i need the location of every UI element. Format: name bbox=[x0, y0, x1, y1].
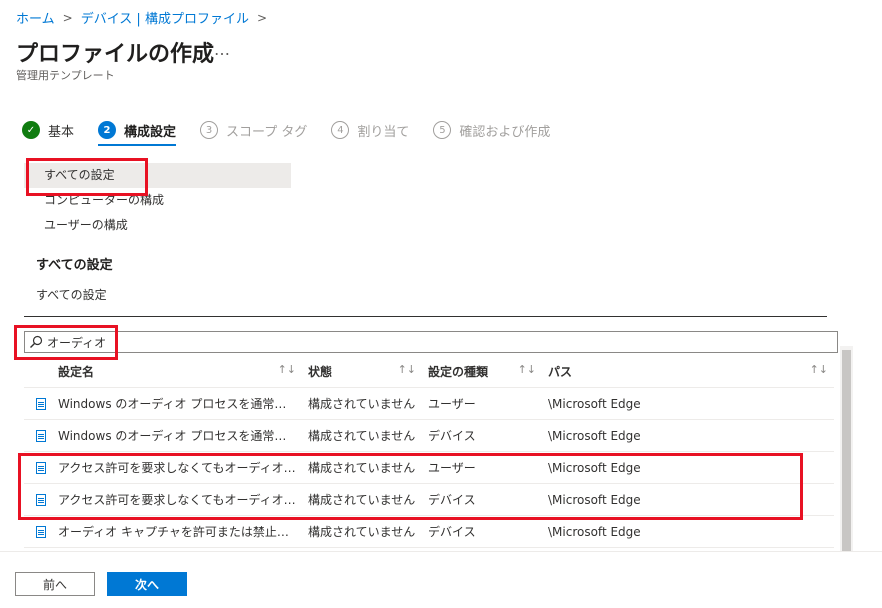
more-options-icon[interactable]: … bbox=[214, 40, 231, 59]
chevron-right-icon: > bbox=[62, 10, 73, 25]
sort-icon[interactable]: ↑↓ bbox=[518, 363, 536, 380]
setting-name[interactable]: Windows のオーディオ プロセスを通常より高... bbox=[58, 395, 296, 412]
setting-name[interactable]: オーディオ キャプチャを許可または禁止する bbox=[58, 523, 296, 540]
search-box[interactable] bbox=[24, 331, 838, 353]
next-button[interactable]: 次へ bbox=[107, 572, 187, 596]
setting-path: \Microsoft Edge bbox=[548, 460, 641, 475]
step-number-icon: 5 bbox=[433, 121, 452, 139]
sort-icon[interactable]: ↑↓ bbox=[398, 363, 416, 380]
step-label: 基本 bbox=[48, 124, 75, 140]
table-row[interactable]: オーディオ キャプチャを許可または禁止する 構成されていません デバイス \Mi… bbox=[24, 516, 834, 548]
checkmark-icon: ✓ bbox=[22, 121, 40, 139]
setting-type: デバイス bbox=[428, 493, 476, 507]
step-basics[interactable]: ✓ 基本 bbox=[22, 118, 74, 142]
step-number-icon: 2 bbox=[98, 121, 117, 139]
table-row[interactable]: Windows のオーディオ プロセスを通常より高... 構成されていません デ… bbox=[24, 420, 834, 452]
step-label: 割り当て bbox=[357, 124, 410, 140]
breadcrumb-devices-link[interactable]: デバイス | 構成プロファイル bbox=[81, 8, 249, 27]
step-configuration-settings[interactable]: 2 構成設定 bbox=[98, 118, 177, 146]
page-title: プロファイルの作成 bbox=[16, 42, 215, 67]
search-icon bbox=[30, 335, 43, 348]
step-label: 構成設定 bbox=[124, 124, 177, 140]
setting-type: ユーザー bbox=[428, 461, 476, 475]
setting-name[interactable]: アクセス許可を要求しなくてもオーディオ キャプ... bbox=[58, 491, 296, 508]
setting-type: デバイス bbox=[428, 525, 476, 539]
nav-item-user-config[interactable]: ユーザーの構成 bbox=[24, 213, 291, 238]
step-label: 確認および作成 bbox=[459, 124, 551, 140]
setting-name[interactable]: アクセス許可を要求しなくてもオーディオ キャプ... bbox=[58, 459, 296, 476]
document-icon bbox=[36, 493, 46, 506]
section-breadcrumb: すべての設定 bbox=[36, 288, 107, 302]
breadcrumb-home-link[interactable]: ホーム bbox=[16, 8, 55, 27]
column-header-type[interactable]: 設定の種類 ↑↓ bbox=[428, 363, 548, 380]
table-header: 設定名 ↑↓ 状態 ↑↓ 設定の種類 ↑↓ パス ↑↓ bbox=[24, 356, 834, 388]
setting-state: 構成されていません bbox=[308, 429, 416, 443]
column-header-name[interactable]: 設定名 ↑↓ bbox=[58, 363, 308, 380]
setting-state: 構成されていません bbox=[308, 525, 416, 539]
step-label: スコープ タグ bbox=[226, 124, 308, 140]
step-scope-tags[interactable]: 3 スコープ タグ bbox=[200, 118, 307, 142]
setting-state: 構成されていません bbox=[308, 397, 416, 411]
divider bbox=[24, 316, 827, 317]
setting-path: \Microsoft Edge bbox=[548, 428, 641, 443]
setting-path: \Microsoft Edge bbox=[548, 396, 641, 411]
section-heading: すべての設定 bbox=[36, 258, 113, 273]
document-icon bbox=[36, 461, 46, 474]
step-number-icon: 3 bbox=[200, 121, 219, 139]
document-icon bbox=[36, 525, 46, 538]
column-header-path[interactable]: パス ↑↓ bbox=[548, 363, 834, 380]
setting-state: 構成されていません bbox=[308, 461, 416, 475]
setting-path: \Microsoft Edge bbox=[548, 524, 641, 539]
setting-name[interactable]: Windows のオーディオ プロセスを通常より高... bbox=[58, 427, 296, 444]
column-header-state[interactable]: 状態 ↑↓ bbox=[308, 363, 428, 380]
sort-icon[interactable]: ↑↓ bbox=[810, 363, 828, 380]
settings-table: 設定名 ↑↓ 状態 ↑↓ 設定の種類 ↑↓ パス ↑↓ Windows のオーディオ プ… bbox=[24, 356, 834, 548]
table-row[interactable]: Windows のオーディオ プロセスを通常より高... 構成されていません ユ… bbox=[24, 388, 834, 420]
setting-type: デバイス bbox=[428, 429, 476, 443]
chevron-right-icon: > bbox=[256, 10, 268, 25]
page-subtitle: 管理用テンプレート bbox=[16, 69, 115, 82]
scrollbar-thumb[interactable] bbox=[842, 350, 851, 551]
search-input[interactable] bbox=[47, 335, 747, 349]
sort-icon[interactable]: ↑↓ bbox=[278, 363, 296, 380]
step-number-icon: 4 bbox=[331, 121, 350, 139]
breadcrumb: ホーム > デバイス | 構成プロファイル > bbox=[16, 8, 275, 28]
document-icon bbox=[36, 429, 46, 442]
settings-nav: すべての設定 コンピューターの構成 ユーザーの構成 bbox=[24, 163, 291, 238]
setting-path: \Microsoft Edge bbox=[548, 492, 641, 507]
setting-state: 構成されていません bbox=[308, 493, 416, 507]
table-row[interactable]: アクセス許可を要求しなくてもオーディオ キャプ... 構成されていません ユーザ… bbox=[24, 452, 834, 484]
table-scrollbar[interactable] bbox=[840, 346, 853, 551]
previous-button[interactable]: 前へ bbox=[15, 572, 95, 596]
setting-type: ユーザー bbox=[428, 397, 476, 411]
document-icon bbox=[36, 397, 46, 410]
step-assignments[interactable]: 4 割り当て bbox=[331, 118, 409, 142]
step-review-create[interactable]: 5 確認および作成 bbox=[433, 118, 550, 142]
table-row[interactable]: アクセス許可を要求しなくてもオーディオ キャプ... 構成されていません デバイ… bbox=[24, 484, 834, 516]
nav-item-all-settings[interactable]: すべての設定 bbox=[24, 163, 291, 188]
nav-item-computer-config[interactable]: コンピューターの構成 bbox=[24, 188, 291, 213]
wizard-steps: ✓ 基本 2 構成設定 3 スコープ タグ 4 割り当て 5 確認および作成 bbox=[22, 118, 574, 146]
footer-divider bbox=[0, 551, 882, 552]
